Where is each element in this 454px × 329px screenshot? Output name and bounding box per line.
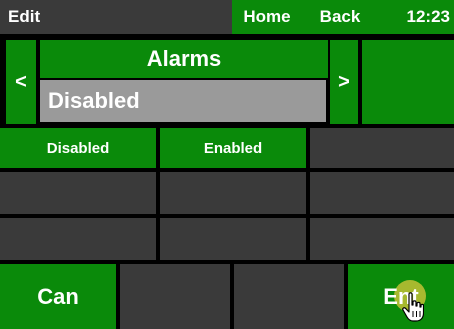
enter-button[interactable]: Ent <box>348 264 454 329</box>
blank-panel <box>362 40 454 124</box>
field-title: Alarms <box>40 40 328 78</box>
empty-cell <box>160 172 306 214</box>
option-disabled-button[interactable]: Disabled <box>0 128 156 168</box>
prev-button[interactable]: < <box>6 40 36 124</box>
field-value: Disabled <box>40 80 326 122</box>
empty-cell <box>0 218 156 260</box>
home-button[interactable]: Home <box>232 0 302 34</box>
empty-button <box>120 264 230 329</box>
hmi-screen: Edit Home Back 12:23 < Alarms Disabled >… <box>0 0 454 329</box>
screen-title: Edit <box>0 0 232 34</box>
empty-cell <box>310 218 454 260</box>
clock: 12:23 <box>378 0 454 34</box>
empty-button <box>234 264 344 329</box>
back-button[interactable]: Back <box>302 0 378 34</box>
next-button[interactable]: > <box>330 40 358 124</box>
option-enabled-button[interactable]: Enabled <box>160 128 306 168</box>
cancel-button[interactable]: Can <box>0 264 116 329</box>
empty-cell <box>310 128 454 168</box>
hand-pointer-icon <box>402 292 424 322</box>
empty-cell <box>0 172 156 214</box>
empty-cell <box>160 218 306 260</box>
empty-cell <box>310 172 454 214</box>
